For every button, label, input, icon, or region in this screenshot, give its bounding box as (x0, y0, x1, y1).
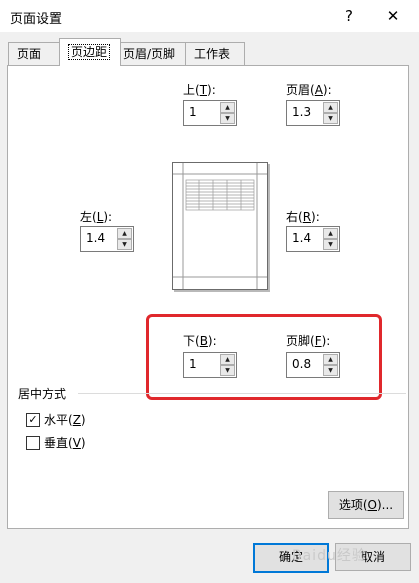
top-margin-spinner[interactable]: 1 ▲ ▼ (183, 100, 237, 126)
left-margin-label: 左(L): (80, 210, 113, 224)
top-margin-value: 1 (189, 105, 197, 119)
section-divider (78, 393, 406, 394)
center-on-page-label: 居中方式 (18, 387, 67, 401)
options-button[interactable]: 选项(O)... (328, 491, 404, 519)
up-arrow-icon[interactable]: ▲ (220, 354, 235, 365)
right-margin-label: 右(R): (286, 210, 320, 224)
right-margin-value: 1.4 (292, 231, 312, 245)
header-margin-value: 1.3 (292, 105, 312, 119)
tab-header-footer[interactable]: 页眉/页脚 (114, 42, 192, 65)
left-margin-value: 1.4 (86, 231, 106, 245)
header-margin-label: 页眉(A): (286, 83, 332, 97)
highlight-box (146, 314, 382, 400)
footer-margin-spinner[interactable]: 0.8 ▲ ▼ (286, 352, 340, 378)
tab-margins[interactable]: 页边距 (59, 38, 121, 66)
watermark: Baidu经验 (292, 548, 367, 564)
tab-margins-label: 页边距 (68, 44, 111, 60)
page-preview-graphic (173, 163, 267, 289)
bottom-margin-label: 下(B): (183, 334, 217, 348)
checkmark-icon: ✓ (26, 413, 40, 427)
left-margin-spinner[interactable]: 1.4 ▲ ▼ (80, 226, 134, 252)
down-arrow-icon[interactable]: ▼ (117, 239, 132, 250)
footer-margin-label: 页脚(F): (286, 334, 331, 348)
down-arrow-icon[interactable]: ▼ (323, 113, 338, 124)
down-arrow-icon[interactable]: ▼ (323, 239, 338, 250)
tab-page[interactable]: 页面 (8, 42, 62, 65)
down-arrow-icon[interactable]: ▼ (220, 365, 235, 376)
header-margin-spinner[interactable]: 1.3 ▲ ▼ (286, 100, 340, 126)
horizontal-center-label: 水平(Z) (44, 413, 86, 427)
close-button[interactable]: ✕ (380, 4, 406, 28)
page-preview (172, 162, 268, 290)
down-arrow-icon[interactable]: ▼ (323, 365, 338, 376)
bottom-margin-value: 1 (189, 357, 197, 371)
dialog-title: 页面设置 (10, 12, 63, 27)
top-margin-label: 上(T): (183, 83, 216, 97)
footer-margin-value: 0.8 (292, 357, 312, 371)
up-arrow-icon[interactable]: ▲ (323, 228, 338, 239)
empty-checkbox-icon (26, 436, 40, 450)
up-arrow-icon[interactable]: ▲ (323, 354, 338, 365)
tab-sheet-label: 工作表 (194, 47, 231, 61)
up-arrow-icon[interactable]: ▲ (323, 102, 338, 113)
up-arrow-icon[interactable]: ▲ (220, 102, 235, 113)
tab-sheet[interactable]: 工作表 (185, 42, 245, 65)
right-margin-spinner[interactable]: 1.4 ▲ ▼ (286, 226, 340, 252)
tab-page-label: 页面 (17, 47, 42, 61)
title-bar: 页面设置 ? ✕ (0, 0, 419, 32)
vertical-center-label: 垂直(V) (44, 436, 86, 450)
down-arrow-icon[interactable]: ▼ (220, 113, 235, 124)
tab-header-footer-label: 页眉/页脚 (123, 47, 176, 61)
bottom-margin-spinner[interactable]: 1 ▲ ▼ (183, 352, 237, 378)
up-arrow-icon[interactable]: ▲ (117, 228, 132, 239)
help-button[interactable]: ? (336, 4, 362, 28)
margins-panel: 上(T): 1 ▲ ▼ 页眉(A): 1.3 ▲ ▼ 左(L): 1.4 ▲ ▼… (7, 65, 409, 529)
